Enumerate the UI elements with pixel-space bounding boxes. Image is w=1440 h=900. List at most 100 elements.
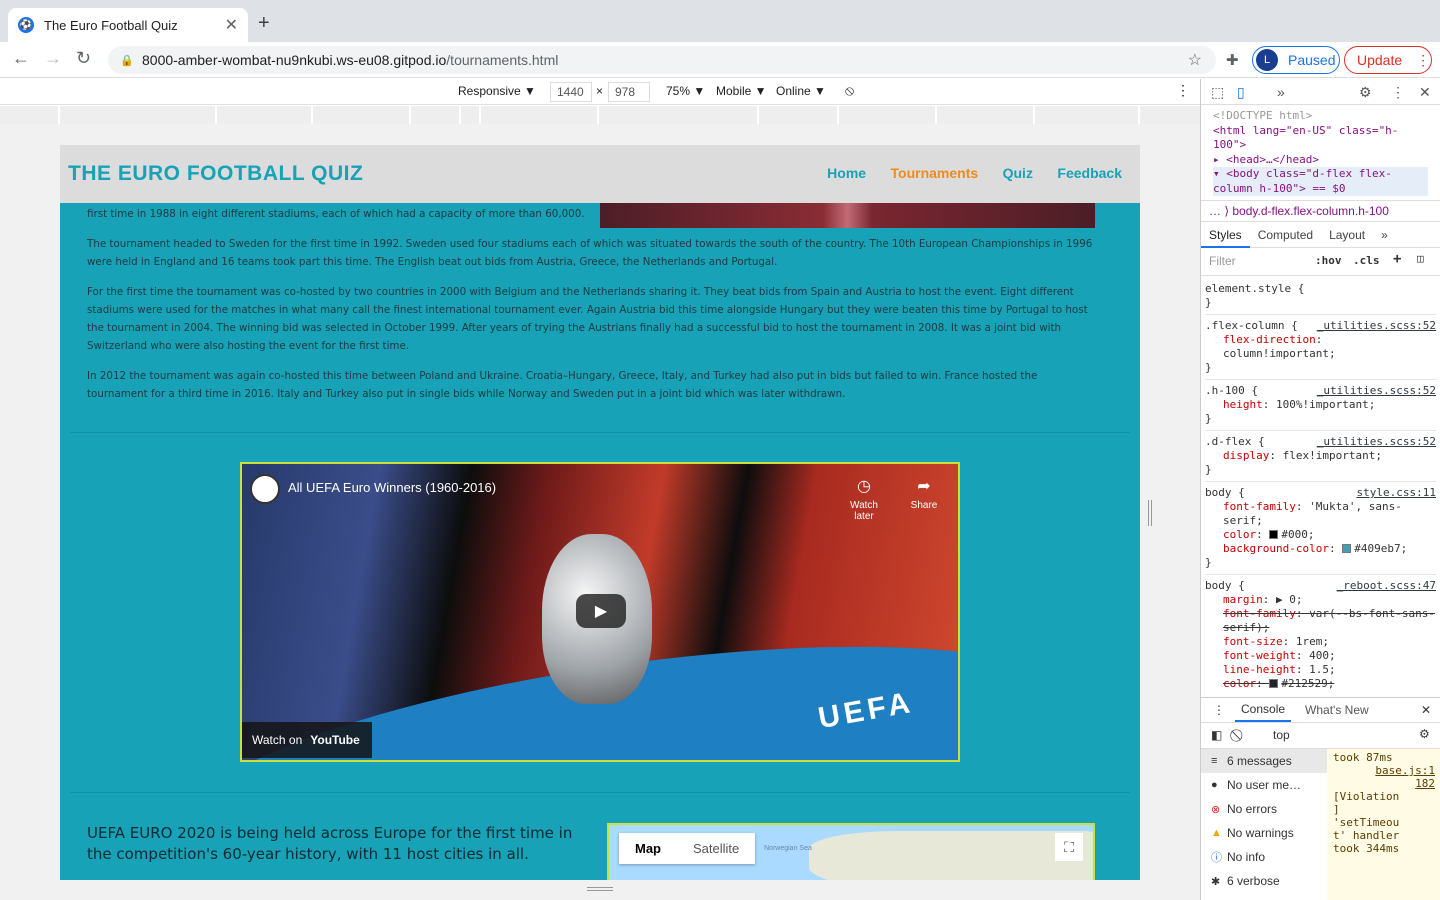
- close-tab-icon[interactable]: ✕: [225, 15, 238, 35]
- watch-on-youtube-button[interactable]: Watch on YouTube: [242, 722, 372, 758]
- rule-source-link[interactable]: _utilities.scss:52: [1317, 319, 1436, 333]
- throttle-select[interactable]: Mobile ▼: [716, 84, 767, 98]
- channel-avatar[interactable]: [250, 474, 280, 504]
- hov-toggle[interactable]: :hov: [1315, 254, 1342, 267]
- console-settings-icon[interactable]: ⚙: [1419, 727, 1430, 741]
- property-value: ▶ 0;: [1276, 593, 1303, 606]
- reload-icon[interactable]: ↻: [76, 48, 91, 69]
- css-rule[interactable]: _utilities.scss:52 .h-100 {height: 100%!i…: [1205, 380, 1436, 431]
- color-swatch-icon[interactable]: [1269, 679, 1279, 688]
- css-property[interactable]: font-size: 1rem;: [1205, 635, 1436, 649]
- rule-source-link[interactable]: _utilities.scss:52: [1317, 384, 1436, 398]
- watch-later-button[interactable]: ◷ Watch later: [840, 476, 888, 522]
- profile-button[interactable]: L Paused: [1252, 46, 1340, 74]
- satellite-tab[interactable]: Satellite: [677, 833, 755, 864]
- css-property[interactable]: display: flex!important;: [1205, 449, 1436, 463]
- play-button[interactable]: ▶: [576, 594, 626, 628]
- rotate-icon[interactable]: ⦸: [845, 82, 854, 99]
- more-options-icon[interactable]: ⋮: [1176, 82, 1190, 99]
- back-icon[interactable]: ←: [12, 48, 30, 69]
- devtools-menu-icon[interactable]: ⋮: [1391, 84, 1405, 101]
- device-select[interactable]: Responsive ▼: [458, 84, 536, 98]
- tab-styles[interactable]: Styles: [1201, 222, 1250, 248]
- tab-layout[interactable]: Layout: [1321, 228, 1373, 242]
- tab-whats-new[interactable]: What's New: [1291, 699, 1383, 721]
- map-tab[interactable]: Map: [619, 833, 677, 864]
- inspect-icon[interactable]: ⬚: [1211, 84, 1224, 101]
- youtube-embed[interactable]: UEFA All UEFA Euro Winners (1960-2016) ◷…: [240, 462, 960, 762]
- css-rule[interactable]: _reboot.scss:47 body {margin: ▶ 0; font-fa…: [1205, 575, 1436, 691]
- site-brand[interactable]: THE EURO FOOTBALL QUIZ: [68, 162, 363, 186]
- nav-home[interactable]: Home: [827, 165, 866, 181]
- height-input[interactable]: 978: [608, 82, 650, 102]
- nav-tournaments[interactable]: Tournaments: [891, 165, 979, 181]
- drawer-menu-icon[interactable]: ⋮: [1213, 703, 1225, 717]
- share-label: Share: [910, 500, 938, 511]
- console-filter-user[interactable]: ● No user me…: [1201, 773, 1327, 797]
- host-cities-map[interactable]: Map Satellite Norwegian Sea ⛶: [607, 823, 1095, 880]
- css-rule[interactable]: _utilities.scss:52 .d-flex {display: flex…: [1205, 431, 1436, 482]
- css-property[interactable]: font-family: 'Mukta', sans-serif;: [1205, 500, 1436, 528]
- network-select[interactable]: Online ▼: [776, 84, 826, 98]
- context-select[interactable]: top: [1265, 726, 1415, 746]
- dom-html[interactable]: <html lang="en-US" class="h-100">: [1213, 124, 1428, 153]
- css-property[interactable]: margin: ▶ 0;: [1205, 593, 1436, 607]
- css-rule[interactable]: style.css:11 body {font-family: 'Mukta', …: [1205, 482, 1436, 575]
- url-field[interactable]: 🔒 8000-amber-wombat-nu9nkubi.ws-eu08.git…: [108, 46, 1216, 74]
- css-property[interactable]: color: #212529;: [1205, 677, 1436, 691]
- drawer-tabs: ⋮ Console What's New ✕: [1201, 697, 1440, 723]
- css-property[interactable]: flex-direction: column!important;: [1205, 333, 1436, 361]
- extensions-icon[interactable]: ✚: [1226, 51, 1239, 69]
- tab-more[interactable]: »: [1373, 228, 1396, 242]
- console-filter-warnings[interactable]: ▲ No warnings: [1201, 821, 1327, 845]
- browser-tab[interactable]: ⚽ The Euro Football Quiz ✕: [8, 8, 248, 42]
- more-panels-icon[interactable]: »: [1277, 84, 1285, 100]
- nav-feedback[interactable]: Feedback: [1057, 165, 1122, 181]
- tab-console[interactable]: Console: [1235, 698, 1292, 722]
- css-property[interactable]: color: #000;: [1205, 528, 1436, 542]
- rule-source-link[interactable]: _reboot.scss:47: [1337, 579, 1436, 593]
- dom-head[interactable]: ▸ <head>…</head>: [1213, 153, 1428, 168]
- color-swatch-icon[interactable]: [1269, 530, 1279, 539]
- css-property[interactable]: background-color: #409eb7;: [1205, 542, 1436, 556]
- device-toggle-icon[interactable]: ▯: [1237, 84, 1245, 101]
- viewport-resize-handle-bottom[interactable]: [587, 887, 613, 891]
- styles-filter[interactable]: Filter :hov .cls + ◫: [1201, 248, 1440, 276]
- console-filter-verbose[interactable]: ✱ 6 verbose: [1201, 869, 1327, 893]
- console-sidebar-icon[interactable]: ◧: [1211, 728, 1222, 742]
- css-property[interactable]: line-height: 1.5;: [1205, 663, 1436, 677]
- console-filter-messages[interactable]: ≡ 6 messages: [1201, 749, 1327, 773]
- rule-end: }: [1205, 412, 1212, 425]
- css-property[interactable]: font-family: var(--bs-font-sans-serif);: [1205, 607, 1436, 635]
- width-input[interactable]: 1440: [550, 82, 592, 102]
- css-property[interactable]: height: 100%!important;: [1205, 398, 1436, 412]
- color-swatch-icon[interactable]: [1342, 544, 1352, 553]
- new-tab-icon[interactable]: +: [258, 12, 270, 35]
- sidebar-toggle-icon[interactable]: ◫: [1417, 252, 1424, 265]
- css-rule[interactable]: _utilities.scss:52 .flex-column {flex-dir…: [1205, 315, 1436, 380]
- filter-input[interactable]: Filter: [1209, 254, 1236, 268]
- add-rule-icon[interactable]: +: [1393, 251, 1401, 267]
- forward-icon[interactable]: →: [44, 48, 62, 69]
- css-property[interactable]: font-weight: 400;: [1205, 649, 1436, 663]
- css-rule[interactable]: element.style {}: [1205, 278, 1436, 315]
- rule-source-link[interactable]: style.css:11: [1357, 486, 1436, 500]
- cls-toggle[interactable]: .cls: [1353, 254, 1380, 267]
- breadcrumb[interactable]: … ⟩ body.d-flex.flex-column.h-100: [1201, 200, 1440, 222]
- close-drawer-icon[interactable]: ✕: [1421, 703, 1431, 717]
- video-title[interactable]: All UEFA Euro Winners (1960-2016): [288, 480, 496, 495]
- viewport-resize-handle[interactable]: [1148, 500, 1152, 526]
- share-button[interactable]: ➦ Share: [900, 476, 948, 511]
- bookmark-star-icon[interactable]: ☆: [1188, 50, 1202, 70]
- console-filter-errors[interactable]: ⊗ No errors: [1201, 797, 1327, 821]
- console-filter-info[interactable]: ⓘ No info: [1201, 845, 1327, 869]
- close-devtools-icon[interactable]: ✕: [1419, 84, 1431, 101]
- tab-computed[interactable]: Computed: [1250, 228, 1321, 242]
- settings-gear-icon[interactable]: ⚙: [1359, 84, 1372, 101]
- zoom-select[interactable]: 75% ▼: [666, 84, 705, 98]
- fullscreen-icon[interactable]: ⛶: [1055, 833, 1083, 861]
- nav-quiz[interactable]: Quiz: [1003, 165, 1033, 181]
- rule-source-link[interactable]: _utilities.scss:52: [1317, 435, 1436, 449]
- update-button[interactable]: Update ⋮: [1344, 46, 1432, 74]
- dom-body-selected[interactable]: ▾ <body class="d-flex flex-column h-100"…: [1213, 167, 1428, 196]
